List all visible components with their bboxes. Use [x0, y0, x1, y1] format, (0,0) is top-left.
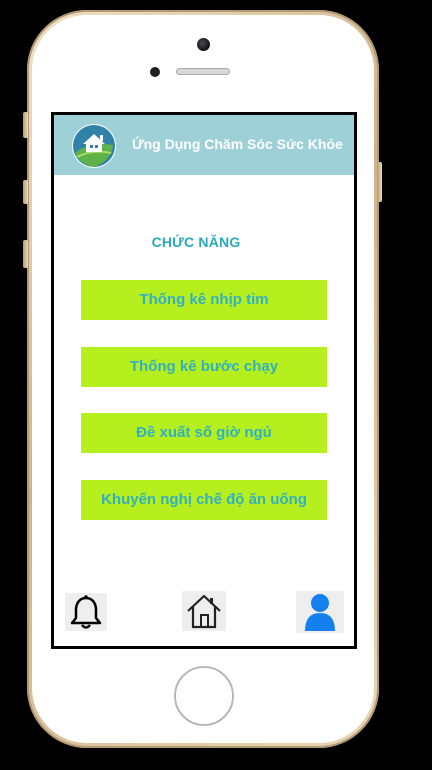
app-screen: Ứng Dụng Chăm Sóc Sức Khỏe CHỨC NĂNG Thố…: [54, 115, 354, 646]
home-button[interactable]: [182, 591, 226, 631]
app-header: Ứng Dụng Chăm Sóc Sức Khỏe: [54, 115, 354, 175]
house-leaf-logo-icon: [72, 124, 116, 168]
user-icon: [305, 594, 335, 631]
volume-up-button: [23, 180, 28, 204]
power-button: [377, 162, 382, 202]
earpiece-speaker: [176, 68, 230, 75]
stage: Ứng Dụng Chăm Sóc Sức Khỏe CHỨC NĂNG Thố…: [0, 0, 432, 770]
volume-down-button: [23, 240, 28, 268]
diet-recommendation-button[interactable]: Khuyến nghị chế độ ăn uống: [81, 480, 327, 520]
hardware-home-button[interactable]: [174, 666, 234, 726]
sleep-hours-suggestion-button[interactable]: Đề xuất số giờ ngủ: [81, 413, 327, 453]
phone-screen: Ứng Dụng Chăm Sóc Sức Khỏe CHỨC NĂNG Thố…: [51, 112, 357, 649]
mute-switch: [23, 112, 28, 138]
front-camera: [197, 38, 210, 51]
bell-icon: [70, 595, 102, 629]
section-title: CHỨC NĂNG: [151, 234, 241, 250]
profile-button[interactable]: [296, 591, 344, 633]
step-stats-button[interactable]: Thống kê bước chạy: [81, 347, 327, 387]
proximity-sensor: [150, 67, 160, 77]
app-title: Ứng Dụng Chăm Sóc Sức Khỏe: [132, 136, 343, 152]
home-icon: [187, 594, 221, 629]
notifications-button[interactable]: [65, 593, 107, 631]
heart-rate-stats-button[interactable]: Thống kê nhịp tim: [81, 280, 327, 320]
